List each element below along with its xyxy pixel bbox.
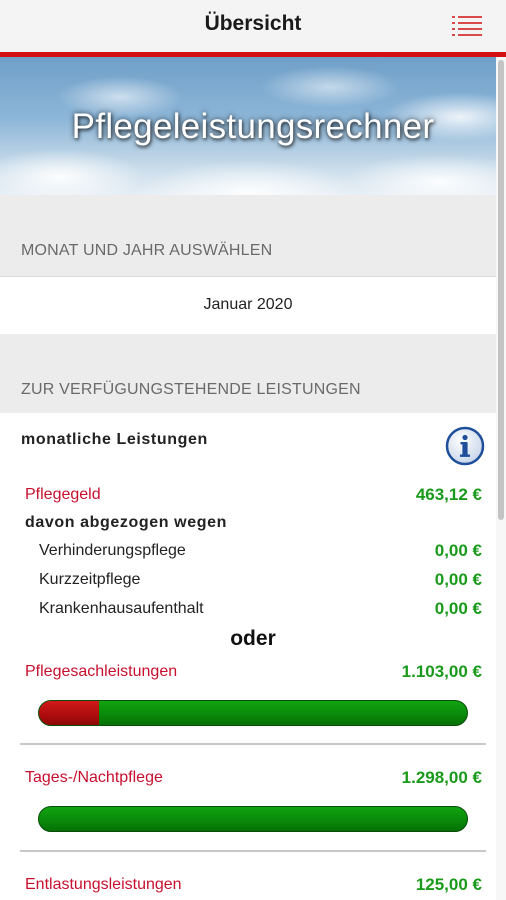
deduction-label-krankenhausaufenthalt: Krankenhausaufenthalt [39,600,204,617]
deducted-title: davon abgezogen wegen [25,514,227,531]
hero-banner: Pflegeleistungsrechner [0,57,506,195]
page-title: Übersicht [204,12,302,35]
entlastungsleistungen-value: 125,00 € [415,875,482,894]
tagespflege-progress-bar [38,806,468,832]
deduction-value-krankenhausaufenthalt: 0,00 € [434,599,482,618]
deduction-label-kurzzeitpflege: Kurzzeitpflege [39,571,141,588]
scrollbar-thumb[interactable] [498,60,504,520]
deduction-value-kurzzeitpflege: 0,00 € [434,570,482,589]
pflegesachleistungen-progress-bar [38,700,468,726]
pflegegeld-label: Pflegegeld [25,486,101,503]
pflegesachleistungen-used-segment [39,701,99,725]
month-section-heading: MONAT UND JAHR AUSWÄHLEN [21,242,273,259]
app-header: Übersicht [0,0,506,57]
list-menu-icon[interactable] [452,15,482,37]
hero-title: Pflegeleistungsrechner [71,107,435,146]
month-year-selector[interactable]: Januar 2020 [0,276,496,335]
deduction-value-verhinderungspflege: 0,00 € [434,541,482,560]
entlastungsleistungen-label: Entlastungsleistungen [25,876,182,893]
pflegegeld-value: 463,12 € [415,485,482,504]
month-section-header: MONAT UND JAHR AUSWÄHLEN [0,195,496,276]
section-divider [20,850,486,852]
pflegesachleistungen-value: 1.103,00 € [401,662,482,681]
info-icon[interactable] [445,426,485,466]
or-separator: oder [230,627,276,650]
tagespflege-value: 1.298,00 € [401,768,482,787]
benefits-section-header: ZUR VERFÜGUNGSTEHENDE LEISTUNGEN [0,334,496,413]
monthly-benefits-title: monatliche Leistungen [21,431,208,448]
selected-month-year: Januar 2020 [203,296,293,313]
section-divider [20,743,486,745]
deduction-label-verhinderungspflege: Verhinderungspflege [39,542,186,559]
tagespflege-label: Tages-/Nachtpflege [25,769,163,786]
benefits-section-heading: ZUR VERFÜGUNGSTEHENDE LEISTUNGEN [21,381,361,398]
pflegesachleistungen-label: Pflegesachleistungen [25,663,178,680]
